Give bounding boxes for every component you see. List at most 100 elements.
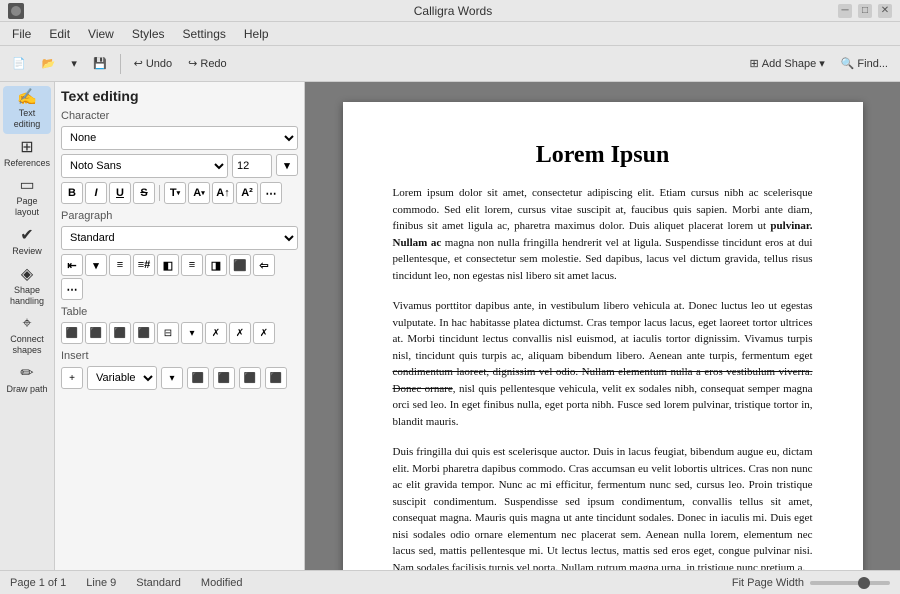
- shape-handling-icon: ◈: [21, 267, 33, 283]
- connect-shapes-icon: ⌖: [22, 316, 31, 332]
- superscript-button[interactable]: A²: [236, 182, 258, 204]
- font-size-input[interactable]: [232, 154, 272, 178]
- insert-type-select[interactable]: Variable: [87, 366, 157, 390]
- table-border-button[interactable]: ⊟: [157, 322, 179, 344]
- redo-icon: ↪: [188, 57, 197, 70]
- menu-styles[interactable]: Styles: [124, 25, 173, 43]
- tool-text-editing[interactable]: ✍ Text editing: [3, 86, 51, 134]
- menu-file[interactable]: File: [4, 25, 39, 43]
- add-shape-label: Add Shape: [762, 58, 816, 70]
- tool-text-editing-label: Text editing: [5, 108, 49, 130]
- find-label: Find...: [857, 58, 888, 70]
- uppercase-button[interactable]: A↑: [212, 182, 234, 204]
- new-button[interactable]: 📄: [6, 51, 32, 77]
- line-info: Line 9: [86, 577, 116, 589]
- list-unordered-button[interactable]: ≡: [109, 254, 131, 276]
- more-para-button[interactable]: ⋯: [61, 278, 83, 300]
- bold-button[interactable]: B: [61, 182, 83, 204]
- document-area[interactable]: Lorem Ipsun Lorem ipsum dolor sit amet, …: [305, 82, 900, 570]
- draw-path-icon: ✏: [20, 366, 33, 382]
- underline-button[interactable]: U: [109, 182, 131, 204]
- undo-label: Undo: [146, 58, 172, 70]
- character-style-select[interactable]: None: [61, 126, 298, 150]
- insert-action-4[interactable]: ⬛: [265, 367, 287, 389]
- add-shape-dropdown-icon: ▾: [819, 57, 825, 70]
- table-section: Table ⬛ ⬛ ⬛ ⬛ ⊟ ▾ ✗ ✗ ✗: [61, 306, 298, 344]
- zoom-control[interactable]: Fit Page Width: [732, 577, 890, 589]
- table-delete-col[interactable]: ✗: [205, 322, 227, 344]
- tool-references[interactable]: ⊞ References: [3, 136, 51, 173]
- save-button[interactable]: 💾: [87, 51, 113, 77]
- table-buttons: ⬛ ⬛ ⬛ ⬛ ⊟ ▾ ✗ ✗ ✗: [61, 322, 298, 344]
- minimize-button[interactable]: ─: [838, 4, 852, 18]
- italic-button[interactable]: I: [85, 182, 107, 204]
- table-insert-col-left[interactable]: ⬛: [61, 322, 83, 344]
- table-insert-row-below[interactable]: ⬛: [133, 322, 155, 344]
- open-icon: 📂: [42, 57, 56, 70]
- open-button[interactable]: 📂: [36, 51, 62, 77]
- tool-connect-shapes[interactable]: ⌖ Connect shapes: [3, 312, 51, 360]
- highlight-button[interactable]: A▾: [188, 182, 210, 204]
- decrease-indent-button[interactable]: ⇤: [61, 254, 83, 276]
- table-insert-row-above[interactable]: ⬛: [109, 322, 131, 344]
- close-button[interactable]: ✕: [878, 4, 892, 18]
- more-char-button[interactable]: ⋯: [260, 182, 282, 204]
- insert-row: + Variable ▾ ⬛ ⬛ ⬛ ⬛: [61, 366, 298, 390]
- font-size-dropdown[interactable]: ▾: [276, 154, 298, 176]
- menu-edit[interactable]: Edit: [41, 25, 78, 43]
- tool-references-label: References: [4, 158, 50, 169]
- text-color-button[interactable]: T▾: [164, 182, 186, 204]
- paragraph-style-select[interactable]: Standard: [61, 226, 298, 250]
- page-info: Page 1 of 1: [10, 577, 66, 589]
- table-insert-col-right[interactable]: ⬛: [85, 322, 107, 344]
- tool-review[interactable]: ✔ Review: [3, 224, 51, 261]
- references-icon: ⊞: [20, 140, 33, 156]
- align-left-button[interactable]: ◧: [157, 254, 179, 276]
- titlebar: Calligra Words ─ □ ✕: [0, 0, 900, 22]
- insert-icon-button[interactable]: +: [61, 367, 83, 389]
- redo-button[interactable]: ↪ Redo: [182, 51, 233, 77]
- document-page: Lorem Ipsun Lorem ipsum dolor sit amet, …: [343, 102, 863, 570]
- insert-action-1[interactable]: ⬛: [187, 367, 209, 389]
- insert-label: Insert: [61, 350, 298, 362]
- table-border-dropdown[interactable]: ▾: [181, 322, 203, 344]
- window-controls[interactable]: ─ □ ✕: [838, 4, 892, 18]
- find-button[interactable]: 🔍 Find...: [835, 51, 894, 77]
- undo-icon: ↩: [134, 57, 143, 70]
- font-select[interactable]: Noto Sans: [61, 154, 228, 178]
- character-label: Character: [61, 110, 298, 122]
- app-icon: [8, 3, 24, 19]
- modified-info: Modified: [201, 577, 243, 589]
- open-dropdown[interactable]: ▾: [65, 51, 83, 77]
- menu-view[interactable]: View: [80, 25, 122, 43]
- insert-dropdown[interactable]: ▾: [161, 367, 183, 389]
- new-icon: 📄: [12, 57, 26, 70]
- list-ordered-button[interactable]: ≡#: [133, 254, 155, 276]
- align-right-button[interactable]: ◨: [205, 254, 227, 276]
- tool-page-layout[interactable]: ▭ Page layout: [3, 174, 51, 222]
- menu-help[interactable]: Help: [236, 25, 277, 43]
- table-delete-row[interactable]: ✗: [229, 322, 251, 344]
- tool-draw-path[interactable]: ✏ Draw path: [3, 362, 51, 399]
- paragraph-3: Duis fringilla dui quis est scelerisque …: [393, 444, 813, 570]
- align-center-button[interactable]: ≡: [181, 254, 203, 276]
- indent-dropdown[interactable]: ▾: [85, 254, 107, 276]
- add-shape-button[interactable]: ⊞ Add Shape ▾: [744, 51, 831, 77]
- zoom-slider[interactable]: [810, 581, 890, 585]
- tool-review-label: Review: [12, 246, 42, 257]
- table-label: Table: [61, 306, 298, 318]
- maximize-button[interactable]: □: [858, 4, 872, 18]
- undo-button[interactable]: ↩ Undo: [128, 51, 179, 77]
- rtl-button[interactable]: ⇦: [253, 254, 275, 276]
- review-icon: ✔: [20, 228, 33, 244]
- align-justify-button[interactable]: ⬛: [229, 254, 251, 276]
- tool-shape-handling[interactable]: ◈ Shape handling: [3, 263, 51, 311]
- tools-panel: ✍ Text editing ⊞ References ▭ Page layou…: [0, 82, 55, 570]
- insert-action-3[interactable]: ⬛: [239, 367, 261, 389]
- statusbar: Page 1 of 1 Line 9 Standard Modified Fit…: [0, 570, 900, 594]
- insert-action-2[interactable]: ⬛: [213, 367, 235, 389]
- menubar: File Edit View Styles Settings Help: [0, 22, 900, 46]
- menu-settings[interactable]: Settings: [175, 25, 234, 43]
- table-delete-table[interactable]: ✗: [253, 322, 275, 344]
- strikethrough-button[interactable]: S: [133, 182, 155, 204]
